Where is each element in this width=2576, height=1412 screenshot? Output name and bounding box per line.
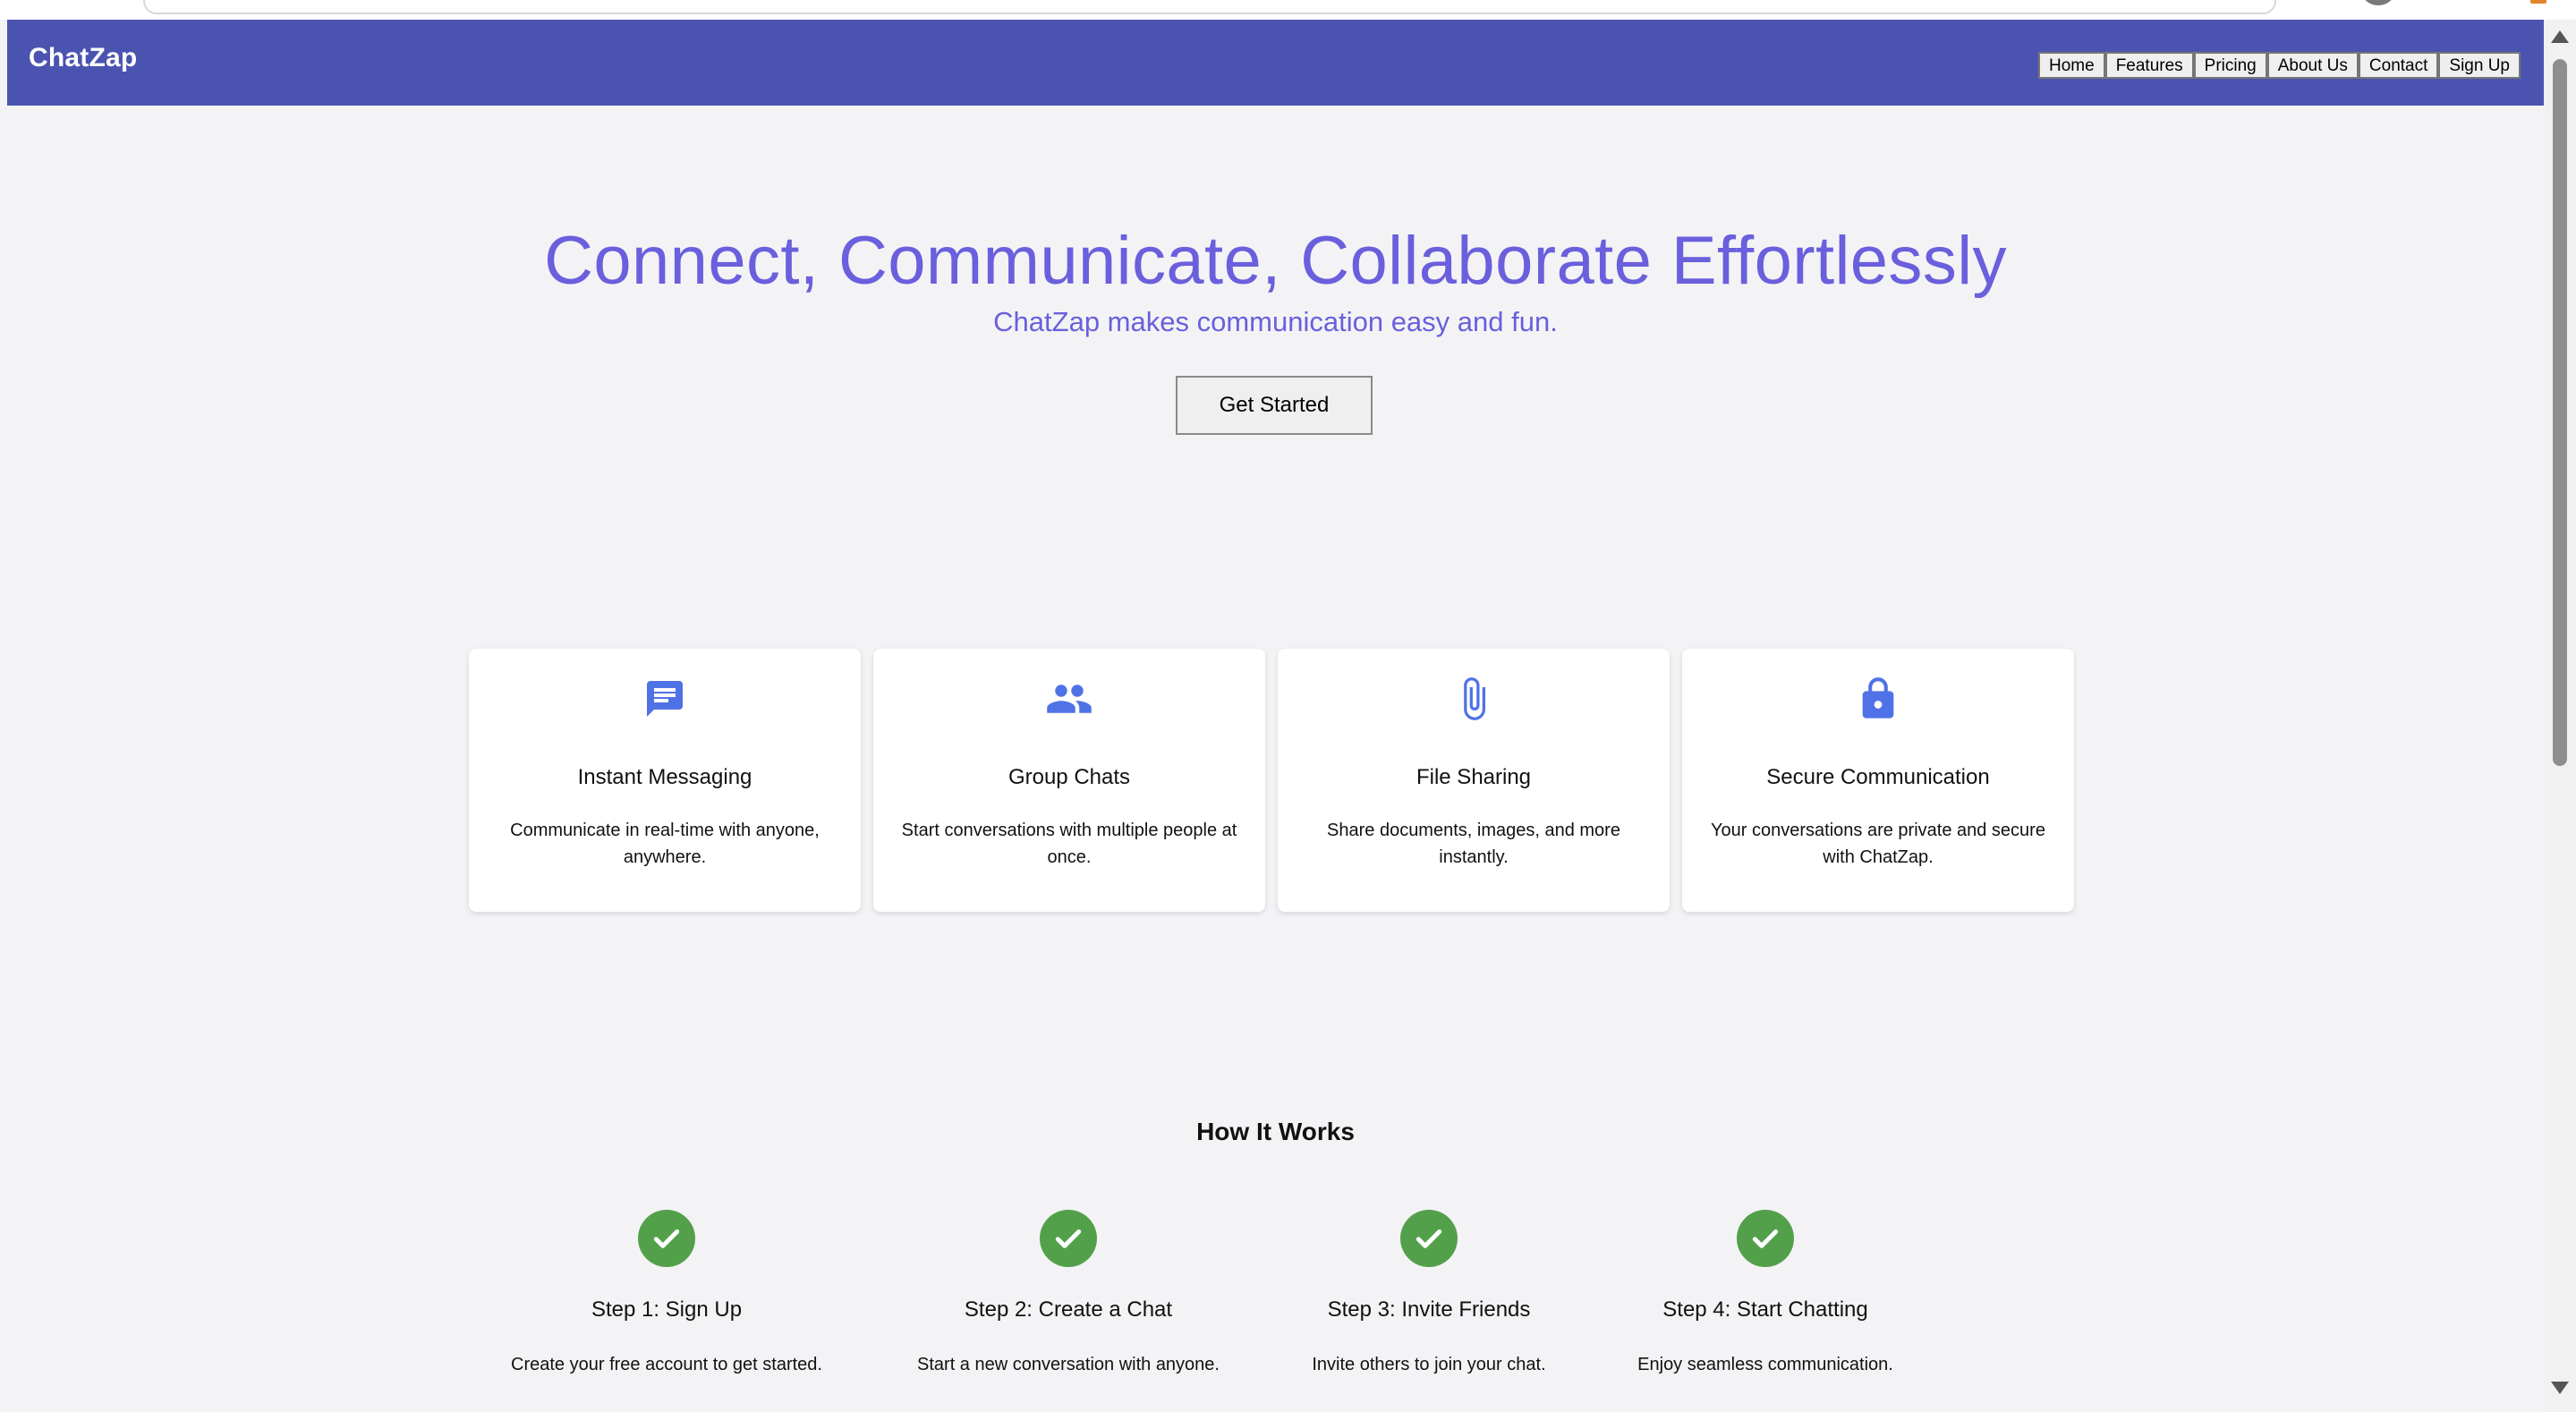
step-2: Step 2: Create a Chat Start a new conver… xyxy=(863,1210,1274,1375)
scroll-up-arrow-icon[interactable] xyxy=(2551,30,2569,43)
brand-logo[interactable]: ChatZap xyxy=(29,43,137,73)
nav-home-button[interactable]: Home xyxy=(2038,52,2105,79)
nav-about-button[interactable]: About Us xyxy=(2266,52,2359,79)
feature-description: Communicate in real-time with anyone, an… xyxy=(510,821,820,867)
check-circle-icon xyxy=(1040,1210,1097,1267)
step-description: Create your free account to get started. xyxy=(511,1355,822,1374)
page-viewport: ChatZap Home Features Pricing About Us C… xyxy=(7,20,2544,1412)
step-title: Step 2: Create a Chat xyxy=(964,1297,1173,1322)
feature-title: Group Chats xyxy=(1007,765,1131,789)
step-description: Start a new conversation with anyone. xyxy=(917,1355,1220,1374)
step-title: Step 4: Start Chatting xyxy=(1662,1297,1868,1322)
feature-description: Your conversations are private and secur… xyxy=(1711,821,2045,867)
feature-card-file-sharing: File Sharing Share documents, images, an… xyxy=(1278,649,1670,912)
check-circle-icon xyxy=(1400,1210,1458,1267)
feature-description: Start conversations with multiple people… xyxy=(901,821,1237,867)
scrollbar-thumb[interactable] xyxy=(2553,59,2567,766)
feature-title: File Sharing xyxy=(1416,765,1532,789)
scroll-down-arrow-icon[interactable] xyxy=(2551,1382,2569,1394)
check-circle-icon xyxy=(638,1210,695,1267)
extension-icon[interactable] xyxy=(2530,0,2546,4)
nav-contact-button[interactable]: Contact xyxy=(2358,52,2439,79)
paperclip-icon xyxy=(1278,674,1670,724)
feature-title: Instant Messaging xyxy=(577,765,752,789)
profile-avatar[interactable] xyxy=(2362,0,2394,5)
nav-features-button[interactable]: Features xyxy=(2104,52,2194,79)
browser-window: ChatZap Home Features Pricing About Us C… xyxy=(0,0,2576,1412)
feature-title: Secure Communication xyxy=(1766,765,1990,789)
how-it-works-title: How It Works xyxy=(1196,1118,1355,1145)
feature-description: Share documents, images, and more instan… xyxy=(1327,821,1620,867)
feature-card-instant-messaging: Instant Messaging Communicate in real-ti… xyxy=(469,649,861,912)
nav-pricing-button[interactable]: Pricing xyxy=(2193,52,2267,79)
step-1: Step 1: Sign Up Create your free account… xyxy=(461,1210,872,1375)
features-section: Instant Messaging Communicate in real-ti… xyxy=(469,649,2074,912)
check-circle-icon xyxy=(1737,1210,1794,1267)
hero-subtitle: ChatZap makes communication easy and fun… xyxy=(993,306,1558,337)
browser-toolbar xyxy=(0,0,2576,20)
feature-card-secure-communication: Secure Communication Your conversations … xyxy=(1682,649,2074,912)
step-title: Step 1: Sign Up xyxy=(591,1297,743,1322)
vertical-scrollbar[interactable] xyxy=(2544,20,2576,1412)
get-started-button[interactable]: Get Started xyxy=(1176,376,1373,435)
address-bar[interactable] xyxy=(143,0,2276,14)
main-nav: Home Features Pricing About Us Contact S… xyxy=(2038,52,2521,79)
group-icon xyxy=(873,674,1265,724)
lock-icon xyxy=(1682,674,2074,724)
site-header: ChatZap Home Features Pricing About Us C… xyxy=(7,20,2544,106)
hero-title: Connect, Communicate, Collaborate Effort… xyxy=(544,223,2007,299)
feature-card-group-chats: Group Chats Start conversations with mul… xyxy=(873,649,1265,912)
step-4: Step 4: Start Chatting Enjoy seamless co… xyxy=(1560,1210,1971,1375)
step-description: Enjoy seamless communication. xyxy=(1637,1355,1893,1374)
chat-bubble-icon xyxy=(469,674,861,724)
nav-signup-button[interactable]: Sign Up xyxy=(2438,52,2521,79)
